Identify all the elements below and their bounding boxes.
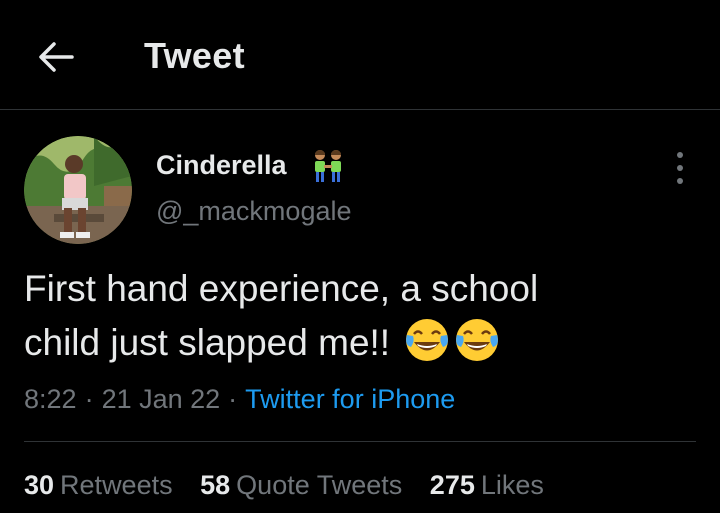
page-title: Tweet — [144, 35, 245, 76]
divider — [24, 441, 696, 442]
quote-tweets-count: 58 — [200, 470, 231, 500]
tweet-source-link[interactable]: Twitter for iPhone — [245, 384, 455, 414]
tweet-metadata: 8:22 · 21 Jan 22 · Twitter for iPhone — [24, 384, 455, 415]
people-holding-hands-emoji — [315, 150, 341, 182]
avatar[interactable] — [24, 136, 132, 244]
likes-count: 275 — [429, 470, 475, 500]
quote-tweets-stat[interactable]: 58 Quote Tweets — [200, 470, 402, 500]
retweets-count: 30 — [24, 470, 55, 500]
user-avatar-photo — [24, 136, 132, 244]
separator: · — [228, 384, 238, 414]
arrow-left-icon — [39, 42, 74, 72]
tweet-text: First hand experience, a school child ju… — [24, 262, 704, 370]
vertical-ellipsis-icon — [677, 152, 683, 158]
retweets-stat[interactable]: 30 Retweets — [24, 470, 173, 500]
separator: · — [84, 384, 94, 414]
retweets-label: Retweets — [60, 470, 173, 500]
tweet-time: 8:22 — [24, 384, 77, 414]
more-options-button[interactable] — [666, 152, 694, 184]
face-with-tears-of-joy-emoji — [406, 319, 449, 361]
tweet-date: 21 Jan 22 — [101, 384, 221, 414]
user-handle[interactable]: @_mackmogale — [156, 196, 352, 227]
top-bar: Tweet — [0, 0, 720, 110]
quote-tweets-label: Quote Tweets — [236, 470, 403, 500]
likes-label: Likes — [480, 470, 544, 500]
likes-stat[interactable]: 275 Likes — [430, 470, 544, 500]
tweet-stats: 30 Retweets 58 Quote Tweets 275 Likes — [24, 470, 564, 501]
display-name[interactable]: Cinderella — [156, 150, 287, 181]
tweet-text-line-1: First hand experience, a school — [24, 268, 539, 309]
face-with-tears-of-joy-emoji — [456, 319, 499, 361]
back-button[interactable] — [36, 38, 76, 76]
tweet-text-line-2: child just slapped me!! — [24, 316, 704, 370]
